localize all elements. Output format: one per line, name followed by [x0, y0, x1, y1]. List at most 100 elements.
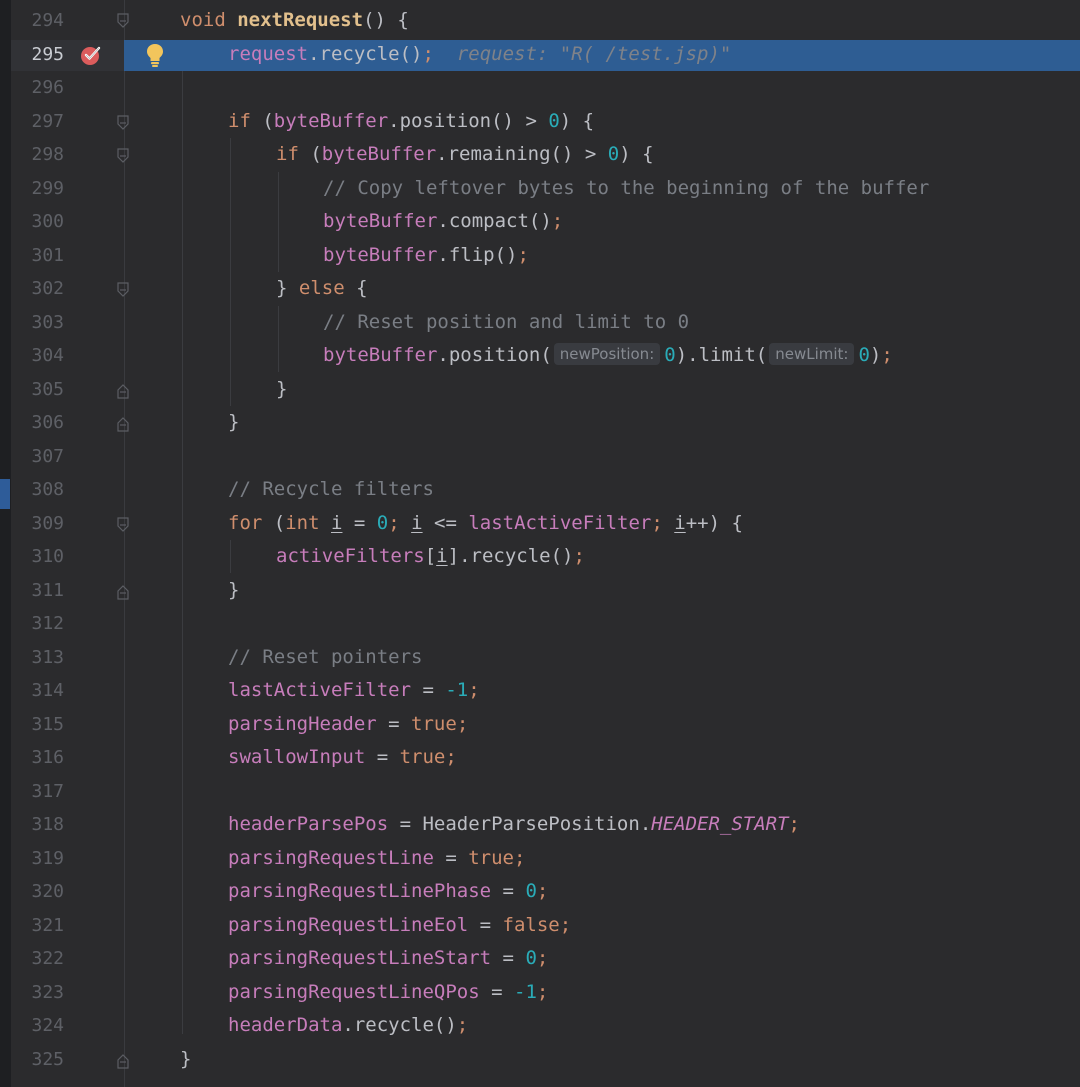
code-line[interactable]: 299 // Copy leftover bytes to the beginn…	[0, 172, 1080, 206]
code-text[interactable]: parsingRequestLineEol = false;	[228, 909, 571, 943]
code-line[interactable]: 309 for (int i = 0; i <= lastActiveFilte…	[0, 507, 1080, 541]
code-text[interactable]: }	[276, 373, 287, 407]
code-line[interactable]: 321 parsingRequestLineEol = false;	[0, 909, 1080, 943]
code-text[interactable]: // Reset pointers	[228, 641, 422, 675]
line-number[interactable]: 319	[11, 842, 64, 876]
code-line[interactable]: 300 byteBuffer.compact();	[0, 205, 1080, 239]
fold-open-icon[interactable]	[116, 114, 130, 130]
code-text[interactable]: // Copy leftover bytes to the beginning …	[323, 172, 929, 206]
code-text[interactable]: request.recycle(); request: "R( /test.js…	[228, 38, 731, 72]
code-line[interactable]: 322 parsingRequestLineStart = 0;	[0, 942, 1080, 976]
code-line[interactable]: 316 swallowInput = true;	[0, 741, 1080, 775]
code-line[interactable]: 324 headerData.recycle();	[0, 1009, 1080, 1043]
fold-close-icon[interactable]	[116, 1053, 130, 1069]
line-number[interactable]: 321	[11, 909, 64, 943]
line-number[interactable]: 295	[11, 38, 64, 72]
fold-open-icon[interactable]	[116, 13, 130, 28]
code-text[interactable]: activeFilters[i].recycle();	[276, 540, 585, 574]
line-number[interactable]: 297	[11, 105, 64, 139]
code-text[interactable]: parsingHeader = true;	[228, 708, 468, 742]
line-number[interactable]: 301	[11, 239, 64, 273]
code-text[interactable]: }	[180, 1043, 191, 1077]
code-text[interactable]: parsingRequestLine = true;	[228, 842, 525, 876]
line-number[interactable]: 324	[11, 1009, 64, 1043]
code-text[interactable]: // Reset position and limit to 0	[323, 306, 689, 340]
code-line[interactable]: 303 // Reset position and limit to 0	[0, 306, 1080, 340]
code-text[interactable]: swallowInput = true;	[228, 741, 457, 775]
code-line[interactable]: 305 }	[0, 373, 1080, 407]
code-text[interactable]: byteBuffer.position(newPosition: 0).limit…	[323, 339, 893, 373]
breakpoint-check-icon[interactable]	[80, 44, 102, 66]
line-number[interactable]: 299	[11, 172, 64, 206]
code-line[interactable]: 306 }	[0, 406, 1080, 440]
code-line[interactable]: 315 parsingHeader = true;	[0, 708, 1080, 742]
line-number[interactable]: 302	[11, 272, 64, 306]
code-text[interactable]: // Recycle filters	[228, 473, 434, 507]
code-text[interactable]: headerData.recycle();	[228, 1009, 468, 1043]
code-line[interactable]: 313 // Reset pointers	[0, 641, 1080, 675]
line-number[interactable]: 294	[11, 4, 64, 38]
line-number[interactable]: 315	[11, 708, 64, 742]
line-number[interactable]: 316	[11, 741, 64, 775]
line-number[interactable]: 303	[11, 306, 64, 340]
code-text[interactable]: lastActiveFilter = -1;	[228, 674, 480, 708]
code-text[interactable]: for (int i = 0; i <= lastActiveFilter; i…	[228, 507, 743, 541]
line-number[interactable]: 323	[11, 976, 64, 1010]
inline-debug-value[interactable]: request: "R( /test.jsp)"	[457, 43, 732, 65]
code-text[interactable]: void nextRequest() {	[180, 4, 409, 38]
code-text[interactable]: byteBuffer.flip();	[323, 239, 529, 273]
code-line[interactable]: 298 if (byteBuffer.remaining() > 0) {	[0, 138, 1080, 172]
line-number[interactable]: 314	[11, 674, 64, 708]
fold-open-icon[interactable]	[116, 148, 130, 163]
fold-open-icon[interactable]	[116, 516, 130, 532]
code-line-current[interactable]: 295 request.recycle(); request: "R( /tes…	[0, 38, 1080, 72]
code-line[interactable]: 312	[0, 607, 1080, 641]
code-line[interactable]: 294 void nextRequest() {	[0, 4, 1080, 38]
code-line[interactable]: 297 if (byteBuffer.position() > 0) {	[0, 105, 1080, 139]
line-number[interactable]: 300	[11, 205, 64, 239]
code-text[interactable]: parsingRequestLinePhase = 0;	[228, 875, 548, 909]
fold-close-icon[interactable]	[116, 584, 130, 600]
code-line[interactable]: 308 // Recycle filters	[0, 473, 1080, 507]
code-line[interactable]: 302 } else {	[0, 272, 1080, 306]
line-number[interactable]: 296	[11, 71, 64, 105]
code-line[interactable]: 318 headerParsePos = HeaderParsePosition…	[0, 808, 1080, 842]
line-number[interactable]: 311	[11, 574, 64, 608]
line-number[interactable]: 313	[11, 641, 64, 675]
code-line[interactable]: 325 }	[0, 1043, 1080, 1077]
code-text[interactable]: parsingRequestLineStart = 0;	[228, 942, 548, 976]
line-number[interactable]: 306	[11, 406, 64, 440]
code-line[interactable]: 317	[0, 775, 1080, 809]
line-number[interactable]: 312	[11, 607, 64, 641]
line-number[interactable]: 318	[11, 808, 64, 842]
code-line[interactable]: 314 lastActiveFilter = -1;	[0, 674, 1080, 708]
fold-close-icon[interactable]	[116, 383, 130, 399]
line-number[interactable]: 322	[11, 942, 64, 976]
code-text[interactable]: }	[228, 406, 239, 440]
code-line[interactable]: 301 byteBuffer.flip();	[0, 239, 1080, 273]
code-text[interactable]: } else {	[276, 272, 368, 306]
code-text[interactable]: }	[228, 574, 239, 608]
code-text[interactable]: byteBuffer.compact();	[323, 205, 563, 239]
code-line[interactable]: 304 byteBuffer.position(newPosition: 0).l…	[0, 339, 1080, 373]
code-line[interactable]: 311 }	[0, 574, 1080, 608]
line-number[interactable]: 307	[11, 440, 64, 474]
lightbulb-icon[interactable]	[144, 42, 166, 68]
line-number[interactable]: 317	[11, 775, 64, 809]
code-line[interactable]: 320 parsingRequestLinePhase = 0;	[0, 875, 1080, 909]
code-line[interactable]: 319 parsingRequestLine = true;	[0, 842, 1080, 876]
code-text[interactable]: if (byteBuffer.position() > 0) {	[228, 105, 594, 139]
line-number[interactable]: 320	[11, 875, 64, 909]
line-number[interactable]: 308	[11, 473, 64, 507]
fold-close-icon[interactable]	[116, 416, 130, 432]
code-line[interactable]: 296	[0, 71, 1080, 105]
code-line[interactable]: 323 parsingRequestLineQPos = -1;	[0, 976, 1080, 1010]
line-number[interactable]: 298	[11, 138, 64, 172]
line-number[interactable]: 309	[11, 507, 64, 541]
code-line[interactable]: 310 activeFilters[i].recycle();	[0, 540, 1080, 574]
line-number[interactable]: 325	[11, 1043, 64, 1077]
code-text[interactable]: headerParsePos = HeaderParsePosition.HEA…	[228, 808, 800, 842]
line-number[interactable]: 305	[11, 373, 64, 407]
line-number[interactable]: 310	[11, 540, 64, 574]
code-text[interactable]: if (byteBuffer.remaining() > 0) {	[276, 138, 654, 172]
